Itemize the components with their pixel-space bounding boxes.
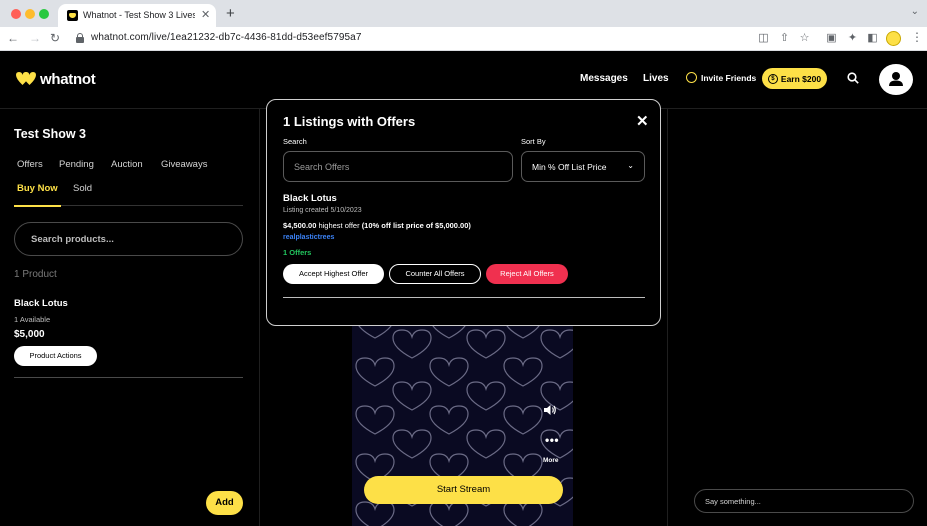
browser-menu-icon[interactable]: ⋮ bbox=[911, 30, 923, 44]
browser-toolbar: ← → ↻ whatnot.com/live/1ea21232-db7c-443… bbox=[0, 27, 927, 51]
tab-search-chevron-icon[interactable]: ⌄ bbox=[911, 6, 919, 17]
dollar-coin-icon: $ bbox=[767, 73, 778, 84]
reject-all-offers-button[interactable]: Reject All Offers bbox=[486, 264, 568, 284]
close-window-button[interactable] bbox=[11, 9, 21, 19]
user-icon bbox=[889, 72, 903, 86]
lock-icon[interactable] bbox=[76, 33, 84, 43]
bookmark-star-icon[interactable]: ☆ bbox=[798, 32, 811, 45]
side-panel-icon[interactable]: ◧ bbox=[866, 32, 879, 45]
new-tab-button[interactable]: + bbox=[226, 5, 235, 22]
tab-close-icon[interactable]: ✕ bbox=[201, 8, 210, 21]
speaker-icon[interactable] bbox=[543, 404, 557, 416]
tab-buy-now[interactable]: Buy Now bbox=[17, 183, 58, 194]
modal-title: 1 Listings with Offers bbox=[283, 114, 416, 129]
browser-tab-bar: Whatnot - Test Show 3 Livestr ✕ + ⌄ bbox=[0, 0, 927, 27]
offer-count[interactable]: 1 Offers bbox=[283, 248, 311, 257]
whatnot-logo[interactable]: whatnot bbox=[14, 70, 96, 88]
listing-highest-offer: $4,500.00 highest offer (10% off list pr… bbox=[283, 221, 471, 230]
product-availability: 1 Available bbox=[14, 315, 51, 324]
search-label: Search bbox=[283, 137, 307, 146]
active-tab-indicator bbox=[14, 205, 61, 207]
earn-label: Earn $200 bbox=[780, 73, 822, 84]
tab-title: Whatnot - Test Show 3 Livestr bbox=[83, 10, 195, 20]
product-price: $5,000 bbox=[14, 329, 45, 340]
sort-by-label: Sort By bbox=[521, 137, 546, 146]
sort-by-select[interactable]: Min % Off List Price ⌄ bbox=[521, 151, 645, 182]
accept-highest-offer-button[interactable]: Accept Highest Offer bbox=[283, 264, 384, 284]
chat-input[interactable]: Say something... bbox=[694, 489, 914, 513]
counter-all-offers-button[interactable]: Counter All Offers bbox=[389, 264, 481, 284]
close-icon[interactable]: ✕ bbox=[636, 112, 649, 130]
highest-offer-text: highest offer bbox=[316, 221, 362, 230]
product-count: 1 Product bbox=[14, 269, 57, 280]
product-divider bbox=[14, 377, 243, 378]
tab-sold[interactable]: Sold bbox=[73, 183, 92, 194]
whatnot-app: whatnot Messages Lives Invite Friends $ … bbox=[0, 51, 927, 526]
lives-link[interactable]: Lives bbox=[643, 73, 669, 84]
heart-logo-icon bbox=[16, 72, 36, 85]
more-options-icon[interactable]: ••• bbox=[545, 433, 559, 447]
gift-icon bbox=[686, 72, 697, 83]
logo-text: whatnot bbox=[40, 70, 96, 88]
forward-arrow-icon[interactable]: → bbox=[29, 31, 41, 45]
product-actions-button[interactable]: Product Actions bbox=[14, 346, 97, 366]
whatnot-favicon-icon bbox=[67, 10, 78, 21]
show-title: Test Show 3 bbox=[14, 127, 87, 141]
add-button[interactable]: Add bbox=[206, 491, 243, 515]
listing-name: Black Lotus bbox=[283, 193, 337, 204]
highest-offer-amount: $4,500.00 bbox=[283, 221, 317, 230]
left-panel-divider bbox=[259, 109, 260, 526]
earn-button[interactable]: $ Earn $200 bbox=[762, 68, 827, 89]
puzzle-extensions-icon[interactable]: ✦ bbox=[846, 32, 859, 45]
right-panel-divider bbox=[667, 109, 668, 526]
messages-link[interactable]: Messages bbox=[580, 73, 628, 84]
browser-tab[interactable]: Whatnot - Test Show 3 Livestr ✕ bbox=[58, 4, 216, 27]
install-app-icon[interactable]: ◫ bbox=[757, 32, 770, 45]
invite-friends-label: Invite Friends bbox=[701, 72, 757, 83]
search-products-input[interactable]: Search products... bbox=[14, 222, 243, 256]
reload-icon[interactable]: ↻ bbox=[50, 31, 60, 45]
listing-created: Listing created 5/10/2023 bbox=[283, 207, 362, 214]
offer-username-link[interactable]: realplastictrees bbox=[283, 234, 334, 241]
product-name: Black Lotus bbox=[14, 298, 68, 309]
search-icon[interactable] bbox=[847, 72, 859, 84]
more-label: More bbox=[543, 457, 559, 464]
minimize-window-button[interactable] bbox=[25, 9, 35, 19]
tab-offers[interactable]: Offers bbox=[17, 159, 43, 170]
tab-giveaways[interactable]: Giveaways bbox=[161, 159, 207, 170]
address-bar[interactable]: whatnot.com/live/1ea21232-db7c-4436-81dd… bbox=[91, 32, 362, 43]
user-avatar[interactable] bbox=[879, 64, 913, 95]
start-stream-button[interactable]: Start Stream bbox=[364, 476, 563, 504]
modal-divider bbox=[283, 297, 645, 298]
profile-avatar-icon[interactable] bbox=[886, 31, 901, 46]
extension-icon[interactable]: ▣ bbox=[825, 32, 838, 45]
off-list-price-note: (10% off list price of $5,000.00) bbox=[361, 221, 471, 230]
share-icon[interactable]: ⇧ bbox=[778, 32, 791, 45]
search-offers-input[interactable]: Search Offers bbox=[283, 151, 513, 182]
maximize-window-button[interactable] bbox=[39, 9, 49, 19]
tab-pending[interactable]: Pending bbox=[59, 159, 94, 170]
chevron-down-icon: ⌄ bbox=[627, 161, 634, 170]
back-arrow-icon[interactable]: ← bbox=[7, 31, 19, 45]
tab-auction[interactable]: Auction bbox=[111, 159, 143, 170]
offers-modal: 1 Listings with Offers ✕ Search Sort By … bbox=[266, 99, 661, 326]
invite-friends-link[interactable]: Invite Friends bbox=[686, 72, 756, 83]
sort-by-value: Min % Off List Price bbox=[532, 162, 607, 172]
